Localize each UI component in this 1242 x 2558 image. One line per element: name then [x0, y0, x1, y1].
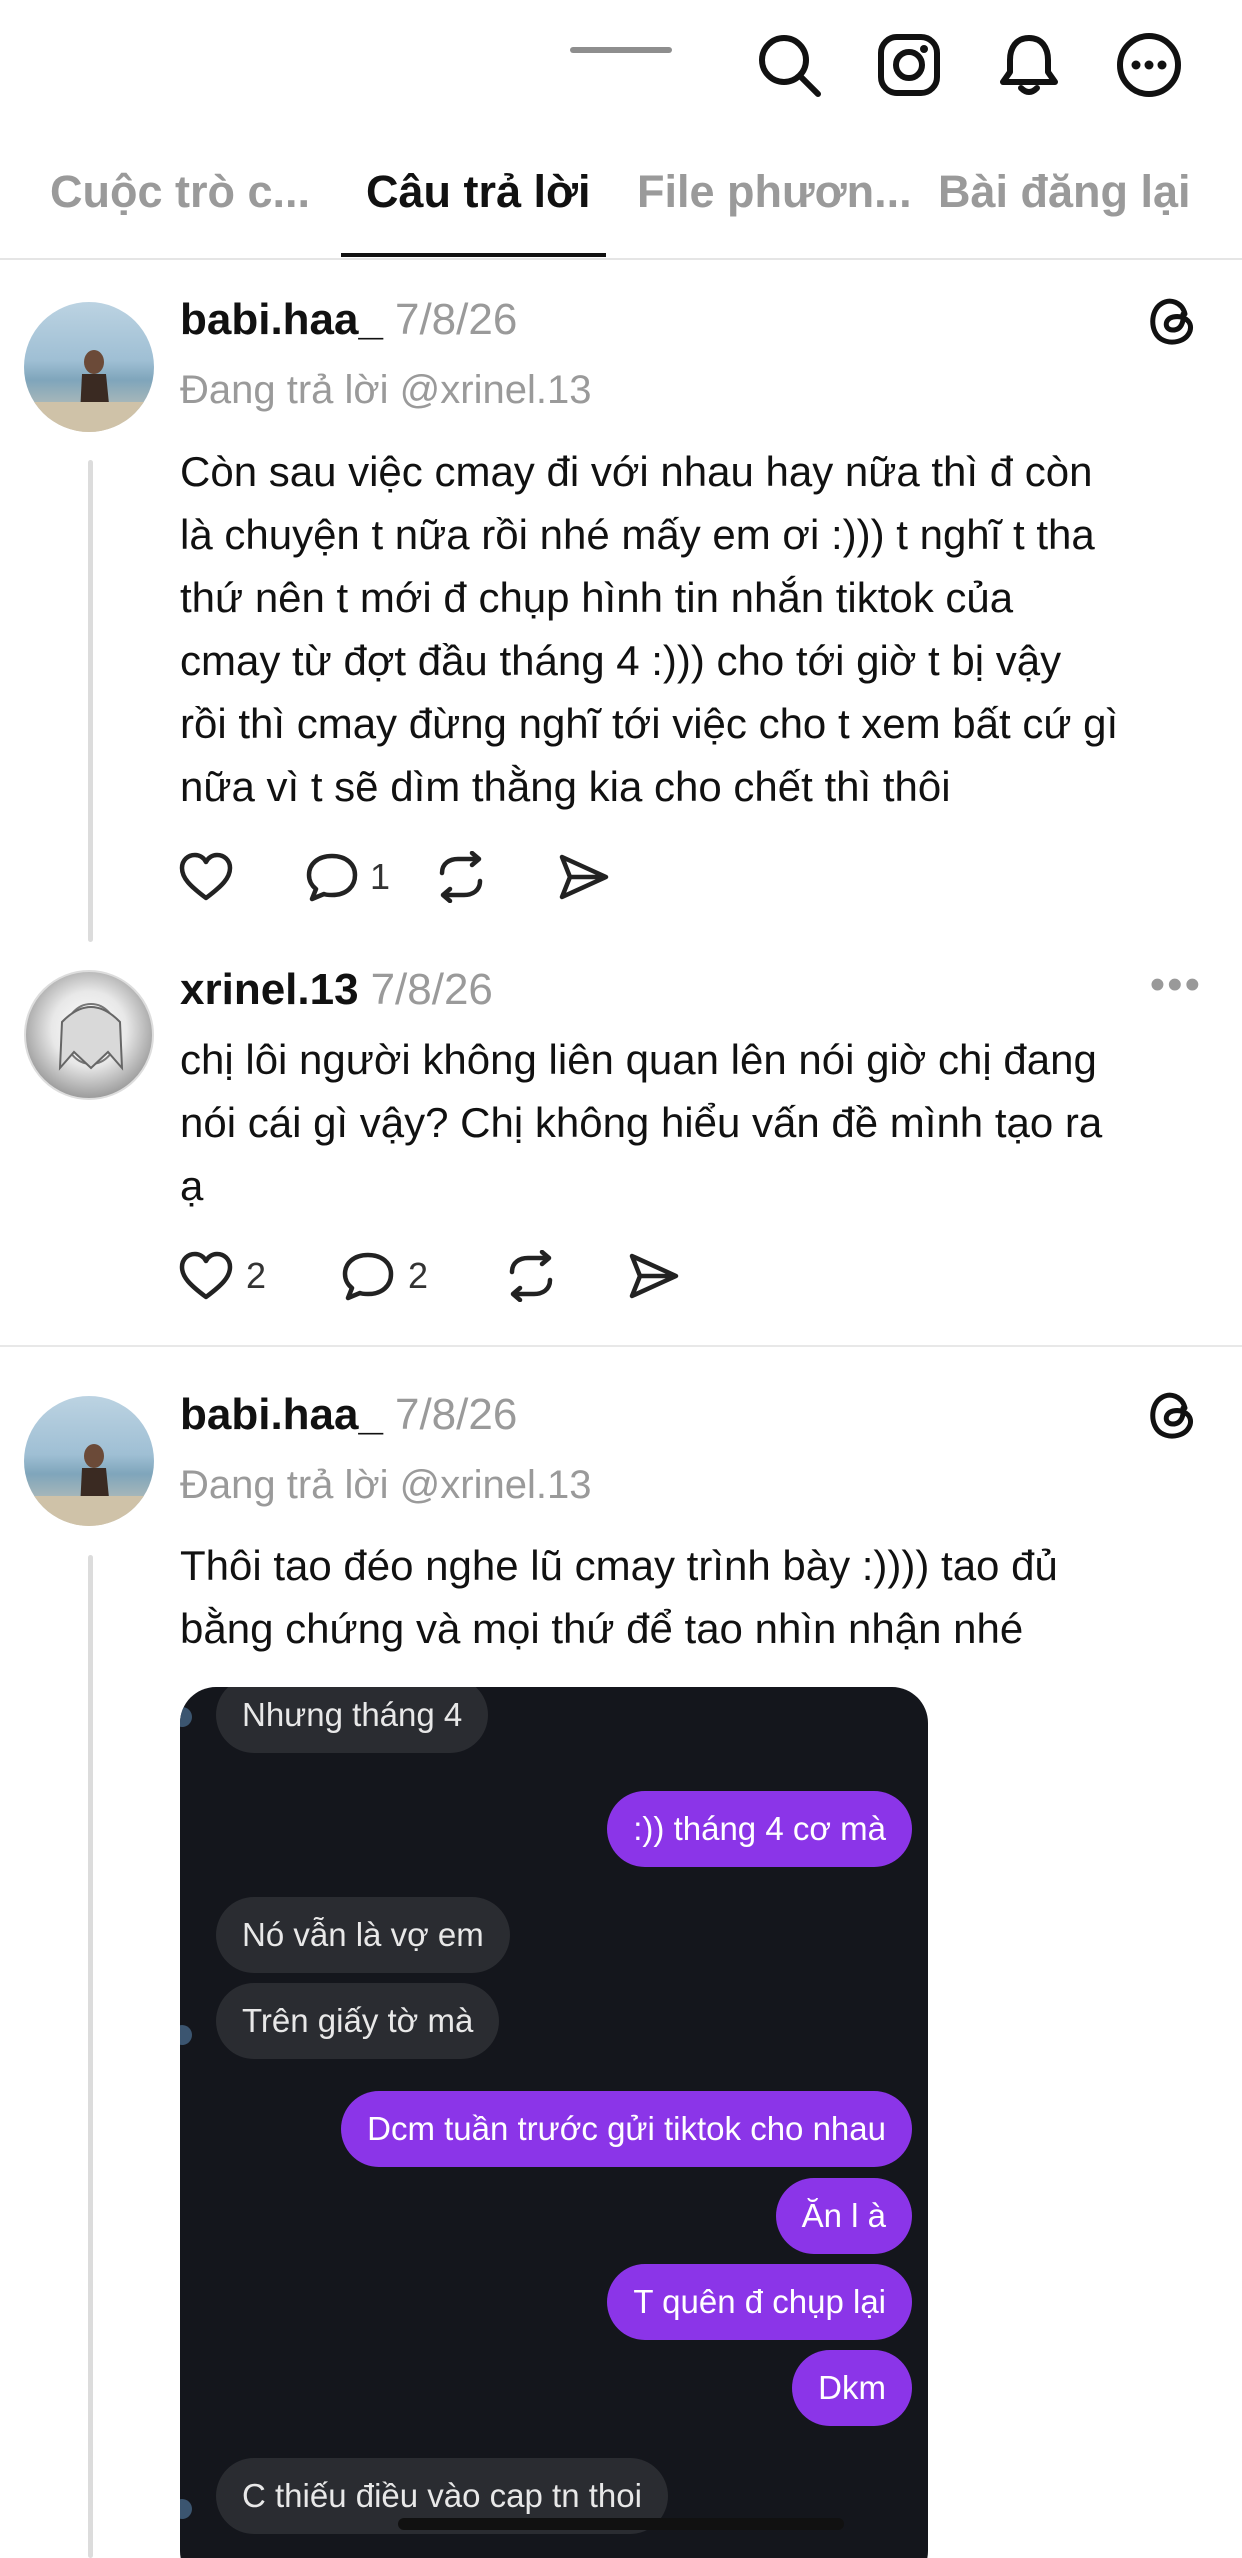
avatar[interactable] — [24, 302, 154, 432]
thread-line — [88, 460, 93, 942]
chat-avatar-dot — [180, 1707, 192, 1727]
replying-to-text[interactable]: Đang trả lời @xrinel.13 — [180, 1463, 591, 1508]
chat-bubble-incoming: Nhưng tháng 4 — [216, 1687, 489, 1753]
chat-bubble-outgoing: T quên đ chụp lại — [607, 2264, 912, 2340]
chat-bubble-outgoing: Dcm tuần trước gửi tiktok cho nhau — [341, 2091, 912, 2167]
post-line: nữa vì t sẽ dìm thằng kia cho chết thì t… — [180, 763, 951, 810]
chat-avatar-dot — [180, 2499, 192, 2519]
reply-button[interactable]: 2 — [340, 1250, 502, 1302]
replying-to-text[interactable]: Đang trả lời @xrinel.13 — [180, 368, 591, 413]
post-line: ạ — [180, 1162, 204, 1209]
like-count: 2 — [246, 1255, 267, 1296]
attached-chat-screenshot[interactable]: Nhưng tháng 4 :)) tháng 4 cơ mà Nó vẫn l… — [180, 1687, 928, 2558]
chat-bubble-outgoing: Dkm — [792, 2350, 912, 2426]
thread-line — [88, 1555, 93, 2558]
post-header: babi.haa_ 7/8/26 — [180, 295, 517, 345]
chat-bubble-outgoing: :)) tháng 4 cơ mà — [607, 1791, 912, 1867]
post-body: chị lôi người không liên quan lên nói gi… — [180, 1028, 1205, 1217]
chat-bubble-incoming: Trên giấy tờ mà — [216, 1983, 500, 2059]
heart-icon — [179, 852, 233, 901]
send-icon — [559, 854, 609, 900]
tab-threads[interactable]: Cuộc trò c... — [50, 166, 310, 218]
chat-avatar-dot — [180, 2025, 192, 2045]
more-options-icon[interactable] — [1114, 30, 1184, 100]
profile-tabs: Cuộc trò c... Câu trả lời File phươn... … — [0, 150, 1242, 260]
repost-button[interactable] — [502, 1250, 626, 1302]
comment-icon — [342, 1252, 394, 1301]
post-header: babi.haa_ 7/8/26 — [180, 1390, 517, 1440]
like-button[interactable] — [178, 851, 304, 903]
post-actions: 2 2 — [178, 1246, 682, 1306]
post-line: nói cái gì vậy? Chị không hiểu vấn đề mì… — [180, 1099, 1103, 1146]
username[interactable]: babi.haa_ — [180, 295, 383, 344]
threads-logo-icon — [1150, 298, 1194, 345]
tab-replies[interactable]: Câu trả lời — [366, 166, 591, 218]
post-header: xrinel.13 7/8/26 — [180, 965, 493, 1015]
post-actions: 1 — [178, 847, 612, 907]
like-button[interactable]: 2 — [178, 1250, 340, 1302]
comment-icon — [306, 853, 358, 902]
post-date: 7/8/26 — [370, 965, 493, 1014]
post-divider — [0, 1345, 1242, 1347]
home-indicator[interactable] — [398, 2518, 844, 2530]
reply-count: 1 — [370, 856, 391, 897]
threads-logo-icon — [1150, 1392, 1194, 1439]
more-options-button[interactable]: ••• — [1150, 960, 1202, 1010]
post-line: Còn sau việc cmay đi với nhau hay nữa th… — [180, 448, 1093, 495]
instagram-icon[interactable] — [874, 30, 944, 100]
active-tab-indicator — [341, 253, 606, 257]
post-line: thứ nên t mới đ chụp hình tin nhắn tikto… — [180, 574, 1014, 621]
post-body: Thôi tao đéo nghe lũ cmay trình bày :)))… — [180, 1534, 1205, 1660]
search-icon[interactable] — [754, 30, 824, 100]
post-body: Còn sau việc cmay đi với nhau hay nữa th… — [180, 440, 1205, 818]
heart-icon — [179, 1251, 233, 1300]
post-line: Thôi tao đéo nghe lũ cmay trình bày :)))… — [180, 1542, 1058, 1589]
bell-icon[interactable] — [994, 30, 1064, 100]
reply-button[interactable]: 1 — [304, 851, 432, 903]
send-icon — [629, 1253, 679, 1299]
post-line: rồi thì cmay đừng nghĩ tới việc cho t xe… — [180, 700, 1119, 747]
sheet-grabber[interactable] — [570, 47, 672, 53]
post-line: chị lôi người không liên quan lên nói gi… — [180, 1036, 1097, 1083]
repost-icon — [509, 1250, 553, 1302]
post-date: 7/8/26 — [394, 1390, 518, 1439]
top-toolbar — [754, 30, 1184, 100]
share-button[interactable] — [556, 851, 612, 903]
username[interactable]: babi.haa_ — [180, 1390, 383, 1439]
reply-count: 2 — [408, 1255, 429, 1296]
threads-profile-sheet: Cuộc trò c... Câu trả lời File phươn... … — [0, 0, 1242, 2558]
username[interactable]: xrinel.13 — [180, 965, 359, 1014]
tab-media[interactable]: File phươn... — [637, 166, 912, 218]
share-button[interactable] — [626, 1250, 682, 1302]
tab-reposts[interactable]: Bài đăng lại — [938, 166, 1191, 218]
chat-bubble-outgoing: Ăn l à — [775, 2178, 912, 2254]
repost-icon — [439, 851, 483, 903]
avatar[interactable] — [24, 970, 154, 1100]
post-line: bằng chứng và mọi thứ để tao nhìn nhận n… — [180, 1605, 1024, 1652]
chat-bubble-incoming: Nó vẫn là vợ em — [216, 1897, 510, 1973]
repost-button[interactable] — [432, 851, 556, 903]
post-line: là chuyện t nữa rồi nhé mấy em ơi :))) t… — [180, 511, 1095, 558]
avatar[interactable] — [24, 1396, 154, 1526]
post-line: cmay từ đợt đầu tháng 4 :))) cho tới giờ… — [180, 637, 1062, 684]
post-date: 7/8/26 — [394, 295, 518, 344]
